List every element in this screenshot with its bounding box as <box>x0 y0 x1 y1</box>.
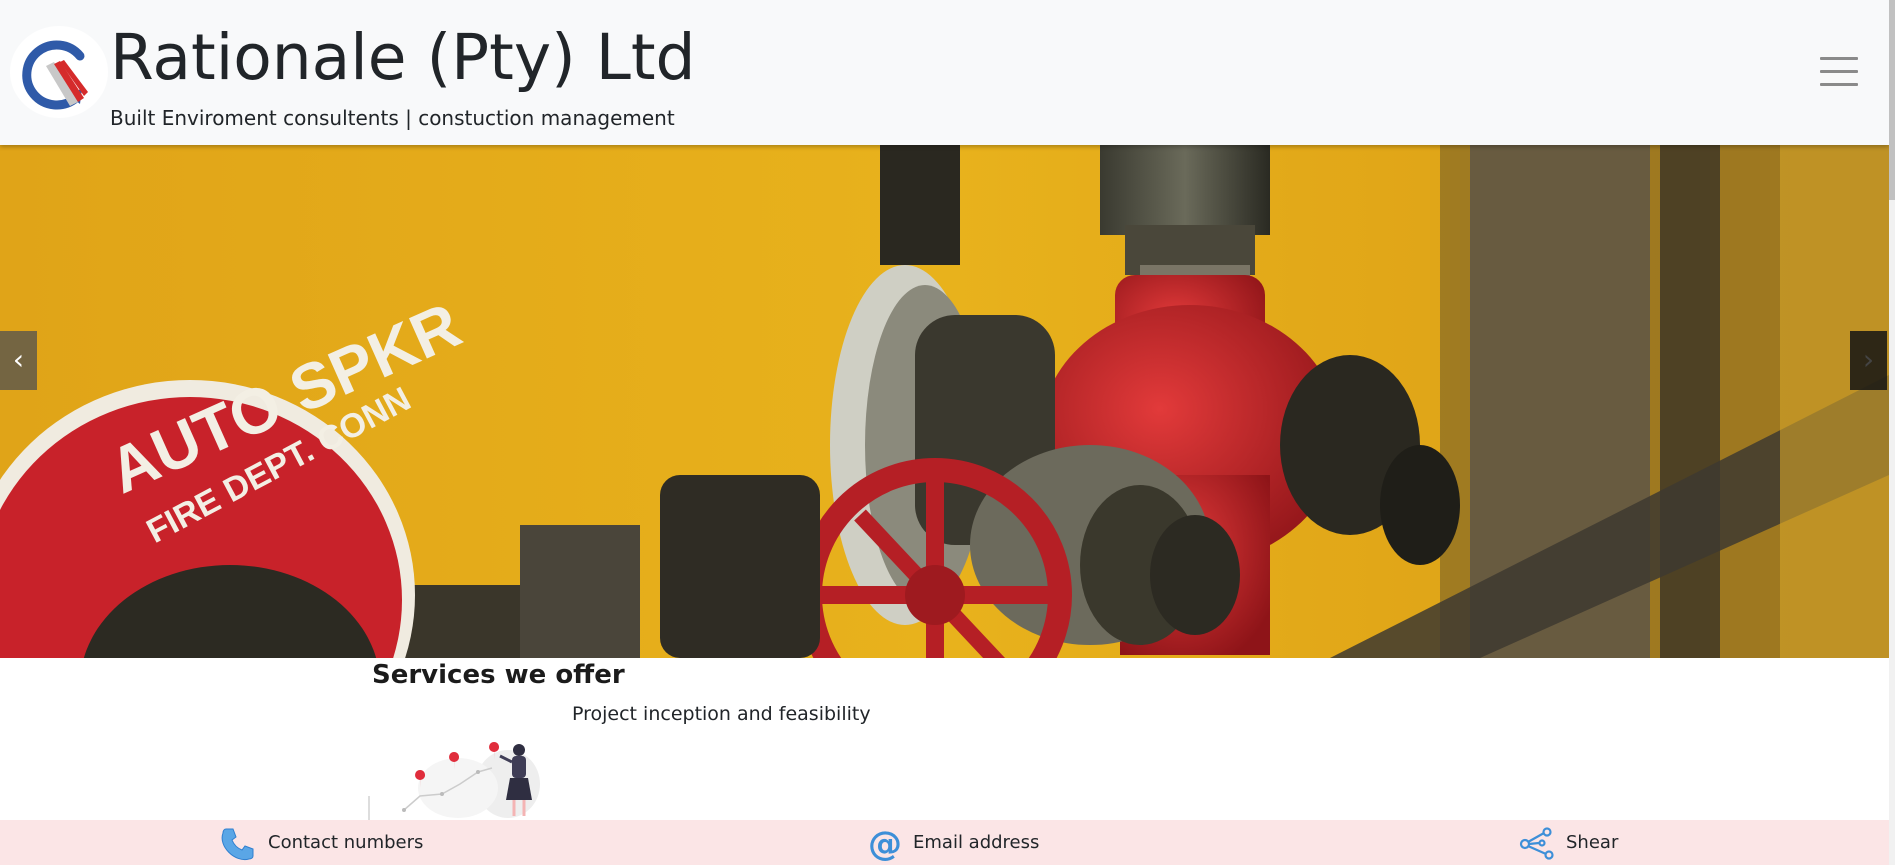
share-link[interactable]: Shear <box>1518 820 1618 865</box>
at-sign-icon: @ <box>865 824 902 864</box>
menu-bar-line <box>1820 70 1858 73</box>
carousel-next-button[interactable]: › <box>1850 331 1887 390</box>
rationale-logo-icon[interactable] <box>10 26 108 118</box>
services-heading: Services we offer <box>372 660 625 690</box>
service-item-label[interactable]: Project inception and feasibility <box>572 700 871 728</box>
contact-numbers-link[interactable]: Contact numbers <box>220 820 423 865</box>
email-address-label: Email address <box>913 832 1040 853</box>
carousel-prev-button[interactable]: ‹ <box>0 331 37 390</box>
carousel-slide-image: AUTO SPKR FIRE DEPT. CONN <box>0 145 1889 658</box>
email-address-link[interactable]: @ Email address <box>865 820 1039 865</box>
svg-text:@: @ <box>868 825 901 861</box>
hamburger-menu-icon[interactable] <box>1812 50 1872 94</box>
menu-bar-line <box>1820 57 1858 60</box>
brand-title[interactable]: Rationale (Pty) Ltd <box>110 18 696 98</box>
share-icon <box>1518 825 1554 861</box>
brand-subtitle: Built Enviroment consultents | constucti… <box>110 106 675 130</box>
phone-icon <box>220 825 256 861</box>
scrollbar-thumb[interactable] <box>1889 0 1895 200</box>
hero-carousel: AUTO SPKR FIRE DEPT. CONN ‹ › <box>0 145 1889 658</box>
menu-bar-line <box>1820 83 1858 86</box>
share-label: Shear <box>1566 832 1619 853</box>
service-illustration <box>368 740 544 820</box>
navbar: Rationale (Pty) Ltd Built Enviroment con… <box>0 0 1889 145</box>
contact-footer-bar: Contact numbers @ Email address Shear <box>0 820 1889 865</box>
contact-numbers-label: Contact numbers <box>268 832 424 853</box>
page-scrollbar[interactable] <box>1889 0 1895 865</box>
